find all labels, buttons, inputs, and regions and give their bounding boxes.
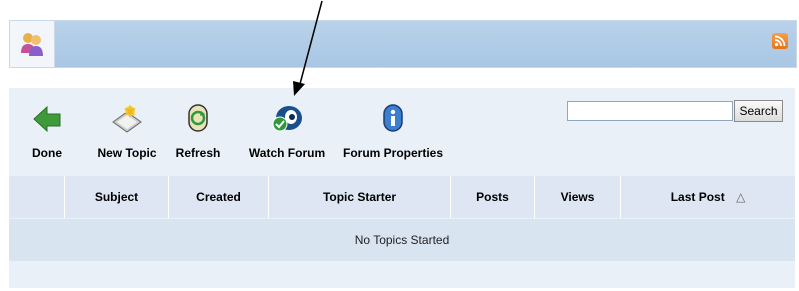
forum-panel: Done New Topic Refresh Watch Forum Forum… bbox=[9, 88, 795, 288]
forum-properties-label: Forum Properties bbox=[342, 146, 444, 160]
search-input[interactable] bbox=[567, 101, 733, 121]
column-header-icon bbox=[9, 176, 64, 218]
topics-table-header: Subject Created Topic Starter Posts View… bbox=[9, 176, 795, 218]
refresh-button[interactable]: Refresh bbox=[169, 88, 227, 172]
refresh-label: Refresh bbox=[175, 146, 221, 160]
column-header-subject[interactable]: Subject bbox=[64, 176, 168, 218]
new-topic-button[interactable]: New Topic bbox=[89, 88, 165, 172]
watch-forum-label: Watch Forum bbox=[248, 146, 326, 160]
header-icon-box bbox=[10, 21, 55, 67]
done-button[interactable]: Done bbox=[19, 88, 75, 172]
last-post-label: Last Post bbox=[670, 190, 725, 204]
column-header-posts[interactable]: Posts bbox=[450, 176, 534, 218]
column-header-created[interactable]: Created bbox=[168, 176, 268, 218]
rss-feed-icon[interactable] bbox=[772, 33, 788, 49]
watch-forum-button[interactable]: Watch Forum bbox=[241, 88, 333, 172]
new-document-icon bbox=[112, 104, 142, 133]
sort-ascending-icon: △ bbox=[736, 190, 746, 204]
refresh-icon bbox=[188, 104, 208, 132]
users-group-icon bbox=[21, 33, 43, 56]
new-topic-label: New Topic bbox=[97, 146, 157, 160]
info-icon bbox=[383, 104, 403, 132]
column-header-topic-starter[interactable]: Topic Starter bbox=[268, 176, 450, 218]
forum-toolbar: Done New Topic Refresh Watch Forum Forum… bbox=[9, 88, 795, 172]
empty-topics-message: No Topics Started bbox=[9, 219, 795, 261]
done-label: Done bbox=[32, 146, 62, 160]
forum-header-bar bbox=[9, 20, 797, 68]
search-button[interactable]: Search bbox=[734, 100, 783, 122]
back-arrow-icon bbox=[33, 105, 61, 133]
column-header-last-post[interactable]: Last Post △ bbox=[620, 176, 795, 218]
forum-properties-button[interactable]: Forum Properties bbox=[336, 88, 450, 172]
column-header-views[interactable]: Views bbox=[534, 176, 620, 218]
watch-eye-icon bbox=[272, 106, 302, 132]
